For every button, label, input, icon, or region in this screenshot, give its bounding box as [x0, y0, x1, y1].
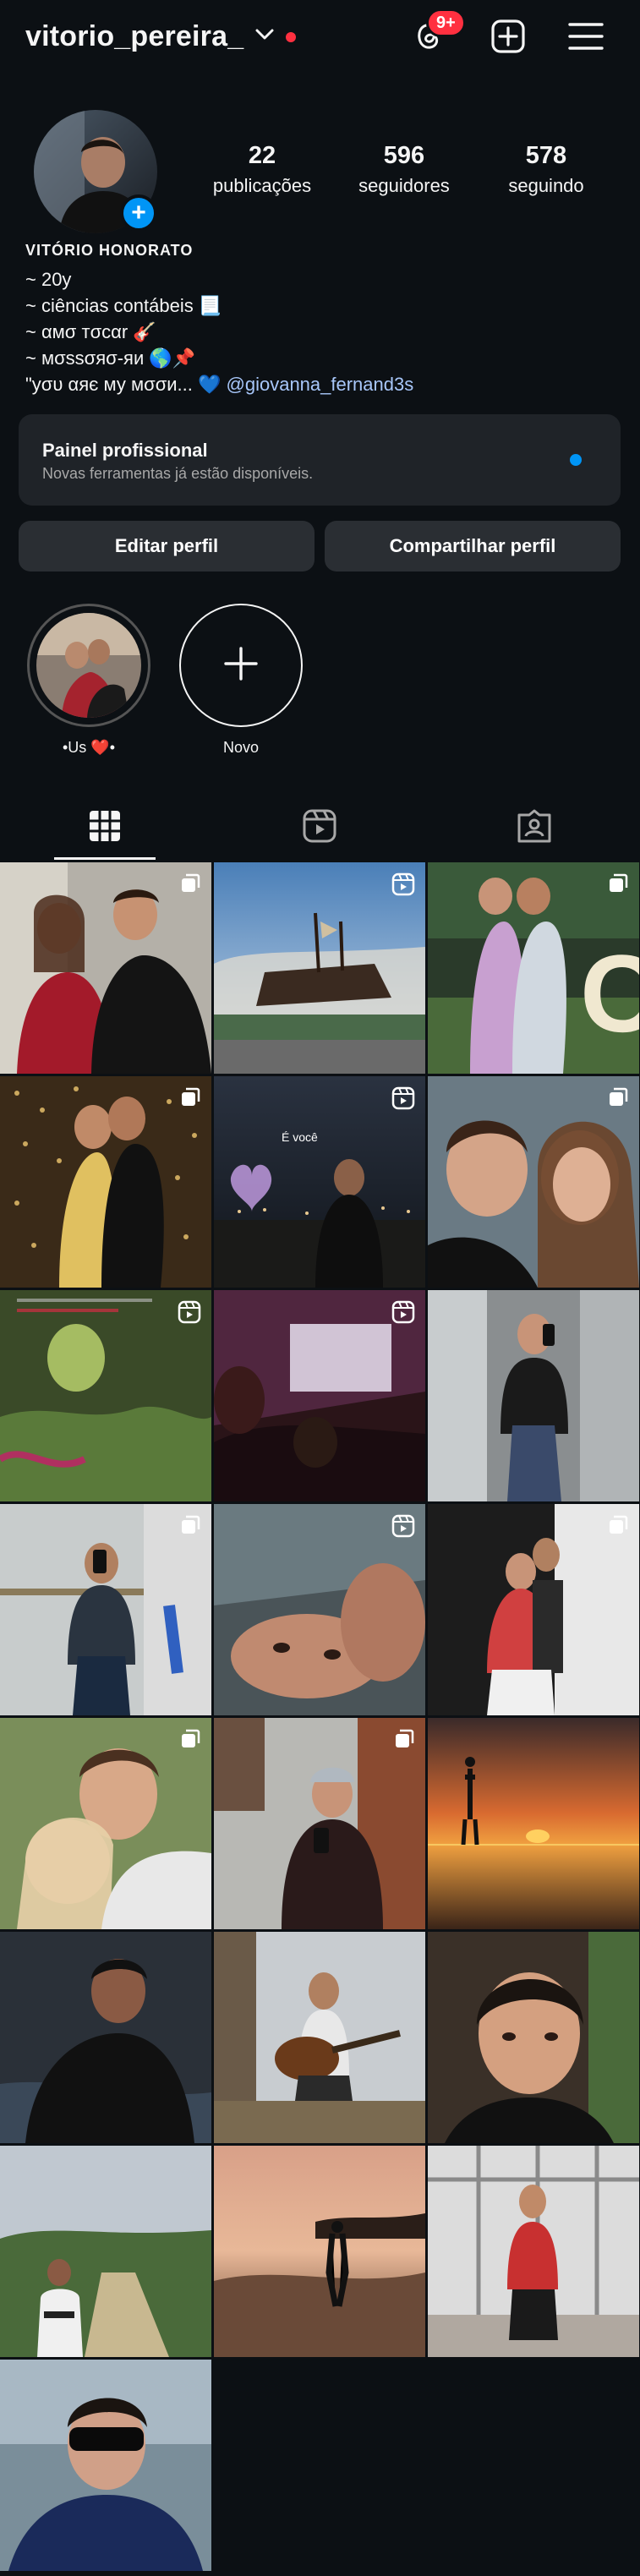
- new-indicator-dot: [570, 454, 582, 466]
- carousel-icon: [607, 1514, 629, 1540]
- bio-line: ~ αмσ тσcαr 🎸: [25, 321, 156, 342]
- post-thumbnail[interactable]: [0, 1076, 211, 1288]
- highlight-label: •Us ❤️•: [62, 739, 115, 756]
- post-thumbnail[interactable]: [0, 862, 211, 1074]
- create-plus-icon: [490, 18, 527, 59]
- add-story-plus-icon[interactable]: +: [120, 194, 157, 232]
- notification-badge: 9+: [426, 8, 466, 37]
- tagged-icon: [517, 808, 552, 848]
- edit-profile-button[interactable]: Editar perfil: [19, 521, 315, 572]
- post-thumbnail[interactable]: [0, 1718, 211, 1929]
- following-count: 578: [525, 142, 567, 169]
- create-button[interactable]: [485, 15, 531, 61]
- post-thumbnail[interactable]: [214, 1290, 425, 1501]
- highlight-label: Novo: [222, 739, 260, 756]
- highlight-cover: [36, 613, 141, 718]
- post-thumbnail[interactable]: É você: [214, 1076, 425, 1288]
- grid-icon: [88, 809, 122, 847]
- username: vitorio_pereira_: [25, 20, 244, 52]
- active-tab-indicator: [54, 857, 156, 860]
- menu-icon: [568, 21, 604, 56]
- post-thumbnail[interactable]: [0, 1290, 211, 1501]
- bio-line: ~ 20y: [25, 269, 72, 290]
- profile-tabs: [0, 795, 640, 861]
- carousel-icon: [179, 872, 201, 899]
- post-thumbnail[interactable]: [428, 1076, 639, 1288]
- share-profile-button[interactable]: Compartilhar perfil: [325, 521, 621, 572]
- post-thumbnail[interactable]: [214, 862, 425, 1074]
- highlight-us[interactable]: •Us ❤️•: [27, 604, 150, 757]
- post-thumbnail[interactable]: [428, 1504, 639, 1715]
- carousel-icon: [179, 1514, 201, 1540]
- post-thumbnail[interactable]: [0, 2360, 211, 2571]
- display-name: VITÓRIO HONORATO: [25, 242, 194, 259]
- mention-link[interactable]: @giovanna_fernand3s: [227, 374, 414, 395]
- status-dot: [286, 31, 297, 42]
- carousel-icon: [393, 1728, 415, 1754]
- highlight-new[interactable]: Novo: [179, 604, 303, 757]
- highlight-ring: [27, 604, 150, 727]
- post-thumbnail[interactable]: [214, 1932, 425, 2143]
- reels-icon: [302, 808, 337, 848]
- stat-posts[interactable]: 22 publicações: [194, 142, 330, 197]
- svg-text:C: C: [580, 932, 639, 1055]
- reel-icon: [391, 1514, 415, 1542]
- post-thumbnail[interactable]: [0, 1504, 211, 1715]
- new-highlight-circle: [179, 604, 303, 727]
- bio-quote: "уσυ αяє му мσσи... 💙: [25, 374, 227, 395]
- carousel-icon: [607, 1086, 629, 1113]
- tab-grid[interactable]: [29, 795, 181, 861]
- post-thumbnail[interactable]: C: [428, 862, 639, 1074]
- profile-avatar[interactable]: +: [34, 110, 157, 233]
- following-label: seguindo: [508, 175, 584, 196]
- threads-button[interactable]: 9+: [406, 8, 466, 61]
- pro-panel-title: Painel profissional: [42, 440, 208, 461]
- chevron-down-icon: [255, 29, 274, 45]
- reel-icon: [391, 1300, 415, 1328]
- post-thumbnail[interactable]: [428, 1932, 639, 2143]
- post-thumbnail[interactable]: [214, 2146, 425, 2357]
- reel-icon: [178, 1300, 201, 1328]
- bio: VITÓRIO HONORATO ~ 20y ~ ciências contáb…: [25, 242, 617, 397]
- bio-line: ~ мσssσяσ-яи 🌎📌: [25, 347, 196, 369]
- reel-icon: [391, 872, 415, 900]
- bio-line: ~ ciências contábeis 📃: [25, 295, 222, 316]
- post-overlay-text: É você: [282, 1130, 318, 1144]
- tab-reels[interactable]: [243, 795, 396, 861]
- carousel-icon: [179, 1728, 201, 1754]
- carousel-icon: [179, 1086, 201, 1113]
- stat-following[interactable]: 578 seguindo: [479, 142, 614, 197]
- plus-icon: [222, 645, 260, 686]
- carousel-icon: [607, 872, 629, 899]
- post-thumbnail[interactable]: [0, 2146, 211, 2357]
- post-thumbnail[interactable]: [428, 1718, 639, 1929]
- professional-dashboard[interactable]: Painel profissional Novas ferramentas já…: [19, 414, 621, 506]
- posts-count: 22: [248, 142, 276, 169]
- followers-count: 596: [383, 142, 425, 169]
- post-thumbnail[interactable]: [0, 1932, 211, 2143]
- post-thumbnail[interactable]: [214, 1718, 425, 1929]
- menu-button[interactable]: [563, 15, 609, 61]
- followers-label: seguidores: [358, 175, 450, 196]
- pro-panel-subtitle: Novas ferramentas já estão disponíveis.: [42, 465, 314, 482]
- account-switcher[interactable]: vitorio_pereira_: [25, 20, 297, 53]
- post-thumbnail[interactable]: [428, 1290, 639, 1501]
- post-thumbnail[interactable]: [214, 1504, 425, 1715]
- stat-followers[interactable]: 596 seguidores: [336, 142, 472, 197]
- post-thumbnail[interactable]: [428, 2146, 639, 2357]
- reel-icon: [391, 1086, 415, 1114]
- posts-label: publicações: [212, 175, 312, 196]
- tab-tagged[interactable]: [458, 795, 610, 861]
- top-bar: vitorio_pereira_ 9+: [0, 0, 640, 78]
- bio-line-last: "уσυ αяє му мσσи... 💙 @giovanna_fernand3…: [25, 371, 617, 397]
